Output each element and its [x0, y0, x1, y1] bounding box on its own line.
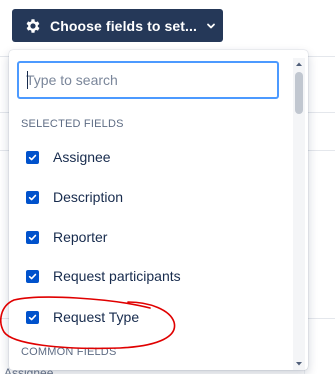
gear-icon	[24, 17, 42, 35]
chevron-down-icon	[205, 19, 217, 33]
dropdown-scrollbar[interactable]	[293, 58, 305, 370]
option-label: Assignee	[53, 149, 111, 165]
selected-fields-header: SELECTED FIELDS	[21, 118, 124, 130]
choose-fields-button[interactable]: Choose fields to set...	[12, 9, 223, 42]
choose-fields-label: Choose fields to set...	[50, 17, 197, 34]
scroll-up-arrow-icon[interactable]	[293, 58, 305, 70]
page: Assignee Choose fields to set... SELECTE…	[0, 0, 335, 374]
scroll-down-arrow-icon[interactable]	[293, 358, 305, 370]
option-request-participants[interactable]: Request participants	[9, 256, 293, 296]
text-caret	[27, 71, 28, 89]
option-label: Reporter	[53, 229, 108, 245]
scrollbar-thumb[interactable]	[295, 72, 303, 114]
common-fields-header: COMMON FIELDS	[21, 346, 117, 358]
option-label: Request participants	[53, 268, 181, 284]
option-reporter[interactable]: Reporter	[9, 217, 293, 257]
checkbox-checked-icon[interactable]	[26, 269, 39, 283]
option-label: Description	[53, 189, 124, 205]
search-field[interactable]	[17, 61, 279, 99]
option-label: Request Type	[53, 309, 140, 325]
checkbox-checked-icon[interactable]	[26, 310, 39, 324]
search-input[interactable]	[26, 72, 277, 88]
option-assignee[interactable]: Assignee	[9, 137, 293, 177]
fields-dropdown: SELECTED FIELDS Assignee Description Rep…	[9, 50, 308, 370]
checkbox-checked-icon[interactable]	[26, 150, 39, 164]
option-description[interactable]: Description	[9, 177, 293, 217]
checkbox-checked-icon[interactable]	[26, 190, 39, 204]
checkbox-checked-icon[interactable]	[26, 230, 39, 244]
option-request-type[interactable]: Request Type	[9, 297, 293, 337]
